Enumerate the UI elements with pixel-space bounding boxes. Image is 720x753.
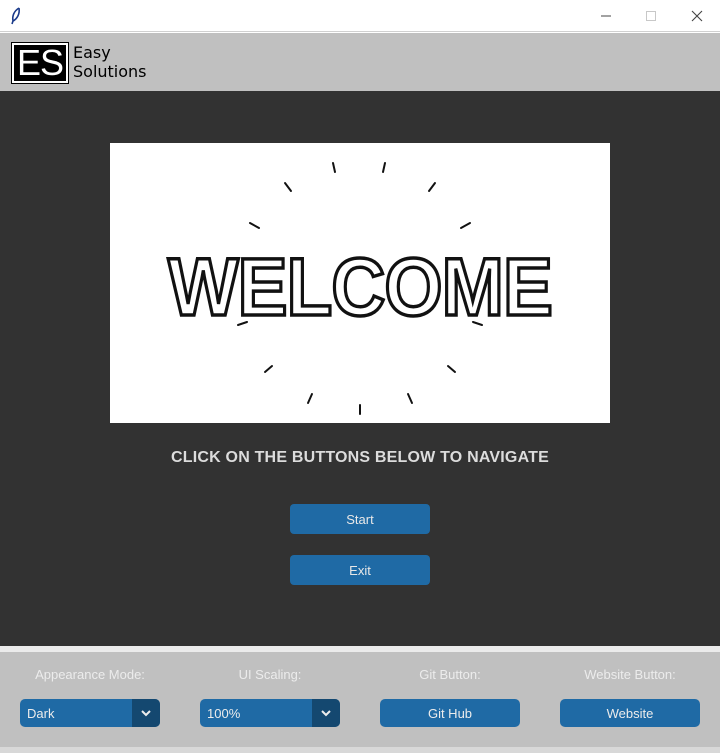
window-bottom-edge — [0, 747, 720, 753]
chevron-down-icon[interactable] — [132, 699, 160, 727]
welcome-image: WELCOME — [110, 143, 610, 423]
logo-line-2: Solutions — [73, 62, 147, 81]
appearance-mode-select[interactable]: Dark — [20, 699, 160, 727]
maximize-icon — [646, 11, 656, 21]
logo-mark: ES — [16, 42, 64, 83]
settings-footer: Appearance Mode: UI Scaling: Git Button:… — [0, 652, 720, 753]
main-panel: WELCOME CLICK ON THE BUTTONS BELOW TO NA… — [0, 91, 720, 646]
exit-button[interactable]: Exit — [290, 555, 430, 585]
chevron-down-icon[interactable] — [312, 699, 340, 727]
github-button[interactable]: Git Hub — [380, 699, 520, 727]
website-button-label: Website Button: — [584, 667, 676, 682]
welcome-graphic: WELCOME — [166, 162, 555, 415]
maximize-button[interactable] — [628, 0, 674, 32]
minimize-button[interactable] — [583, 0, 629, 32]
ui-scaling-select[interactable]: 100% — [200, 699, 340, 727]
logo-line-1: Easy — [73, 43, 111, 62]
feather-icon — [11, 7, 20, 25]
welcome-text: WELCOME — [168, 242, 552, 333]
appearance-mode-value: Dark — [27, 705, 55, 721]
window-titlebar — [0, 0, 720, 32]
start-button[interactable]: Start — [290, 504, 430, 534]
navigation-hint: CLICK ON THE BUTTONS BELOW TO NAVIGATE — [171, 449, 549, 466]
git-button-label: Git Button: — [419, 667, 481, 682]
minimize-icon — [601, 15, 611, 17]
close-icon — [691, 10, 703, 22]
logo-text: Easy Solutions — [73, 43, 147, 81]
ui-scaling-label: UI Scaling: — [238, 667, 302, 682]
website-button[interactable]: Website — [560, 699, 700, 727]
appearance-mode-label: Appearance Mode: — [35, 667, 145, 682]
ui-scaling-value: 100% — [207, 705, 241, 721]
app-header: ES Easy Solutions — [0, 33, 720, 91]
logo: ES — [11, 42, 69, 84]
close-button[interactable] — [674, 0, 720, 32]
